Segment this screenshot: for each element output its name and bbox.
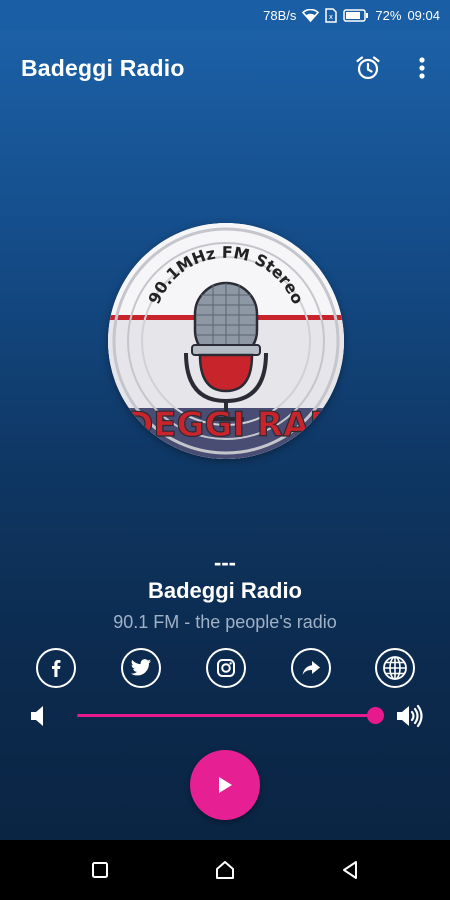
battery-percent: 72% bbox=[375, 7, 402, 23]
app-title: Badeggi Radio bbox=[21, 54, 185, 81]
screen: 78B/s x 72% 09:04 Badeggi Radio 90.1MHz … bbox=[0, 0, 450, 900]
station-name: Badeggi Radio bbox=[147, 578, 302, 603]
recents-square-icon[interactable] bbox=[85, 855, 115, 885]
battery-icon bbox=[343, 8, 369, 22]
more-vert-icon[interactable] bbox=[406, 52, 438, 84]
network-speed: 78B/s bbox=[263, 7, 297, 23]
logo-wordmark: BADEGGI RADIO bbox=[108, 405, 344, 445]
clock: 09:04 bbox=[407, 7, 440, 23]
share-icon[interactable] bbox=[291, 648, 331, 688]
volume-high-icon[interactable] bbox=[396, 704, 424, 733]
station-logo: 90.1MHz FM Stereo ADEGGI RADI bbox=[108, 223, 344, 459]
volume-slider-thumb[interactable] bbox=[366, 707, 384, 724]
sim-card-icon: x bbox=[325, 7, 338, 23]
system-nav-bar bbox=[0, 840, 450, 900]
svg-text:x: x bbox=[329, 13, 333, 21]
home-icon[interactable] bbox=[210, 855, 240, 885]
volume-control bbox=[0, 700, 450, 732]
play-icon bbox=[219, 777, 232, 793]
volume-slider-track[interactable] bbox=[77, 714, 375, 717]
volume-low-icon[interactable] bbox=[30, 704, 46, 733]
wifi-icon bbox=[302, 8, 320, 22]
status-bar: 78B/s x 72% 09:04 bbox=[0, 0, 450, 30]
app-bar: Badeggi Radio bbox=[0, 30, 450, 106]
social-links bbox=[0, 648, 450, 690]
globe-icon[interactable] bbox=[375, 648, 415, 688]
back-triangle-icon[interactable] bbox=[335, 855, 365, 885]
twitter-icon[interactable] bbox=[121, 648, 161, 688]
instagram-icon[interactable] bbox=[206, 648, 246, 688]
station-tagline: 90.1 FM - the people's radio bbox=[113, 612, 337, 632]
current-track: --- bbox=[214, 550, 236, 575]
facebook-icon[interactable] bbox=[36, 648, 76, 688]
play-button[interactable] bbox=[190, 750, 260, 820]
alarm-clock-icon[interactable] bbox=[352, 52, 384, 84]
